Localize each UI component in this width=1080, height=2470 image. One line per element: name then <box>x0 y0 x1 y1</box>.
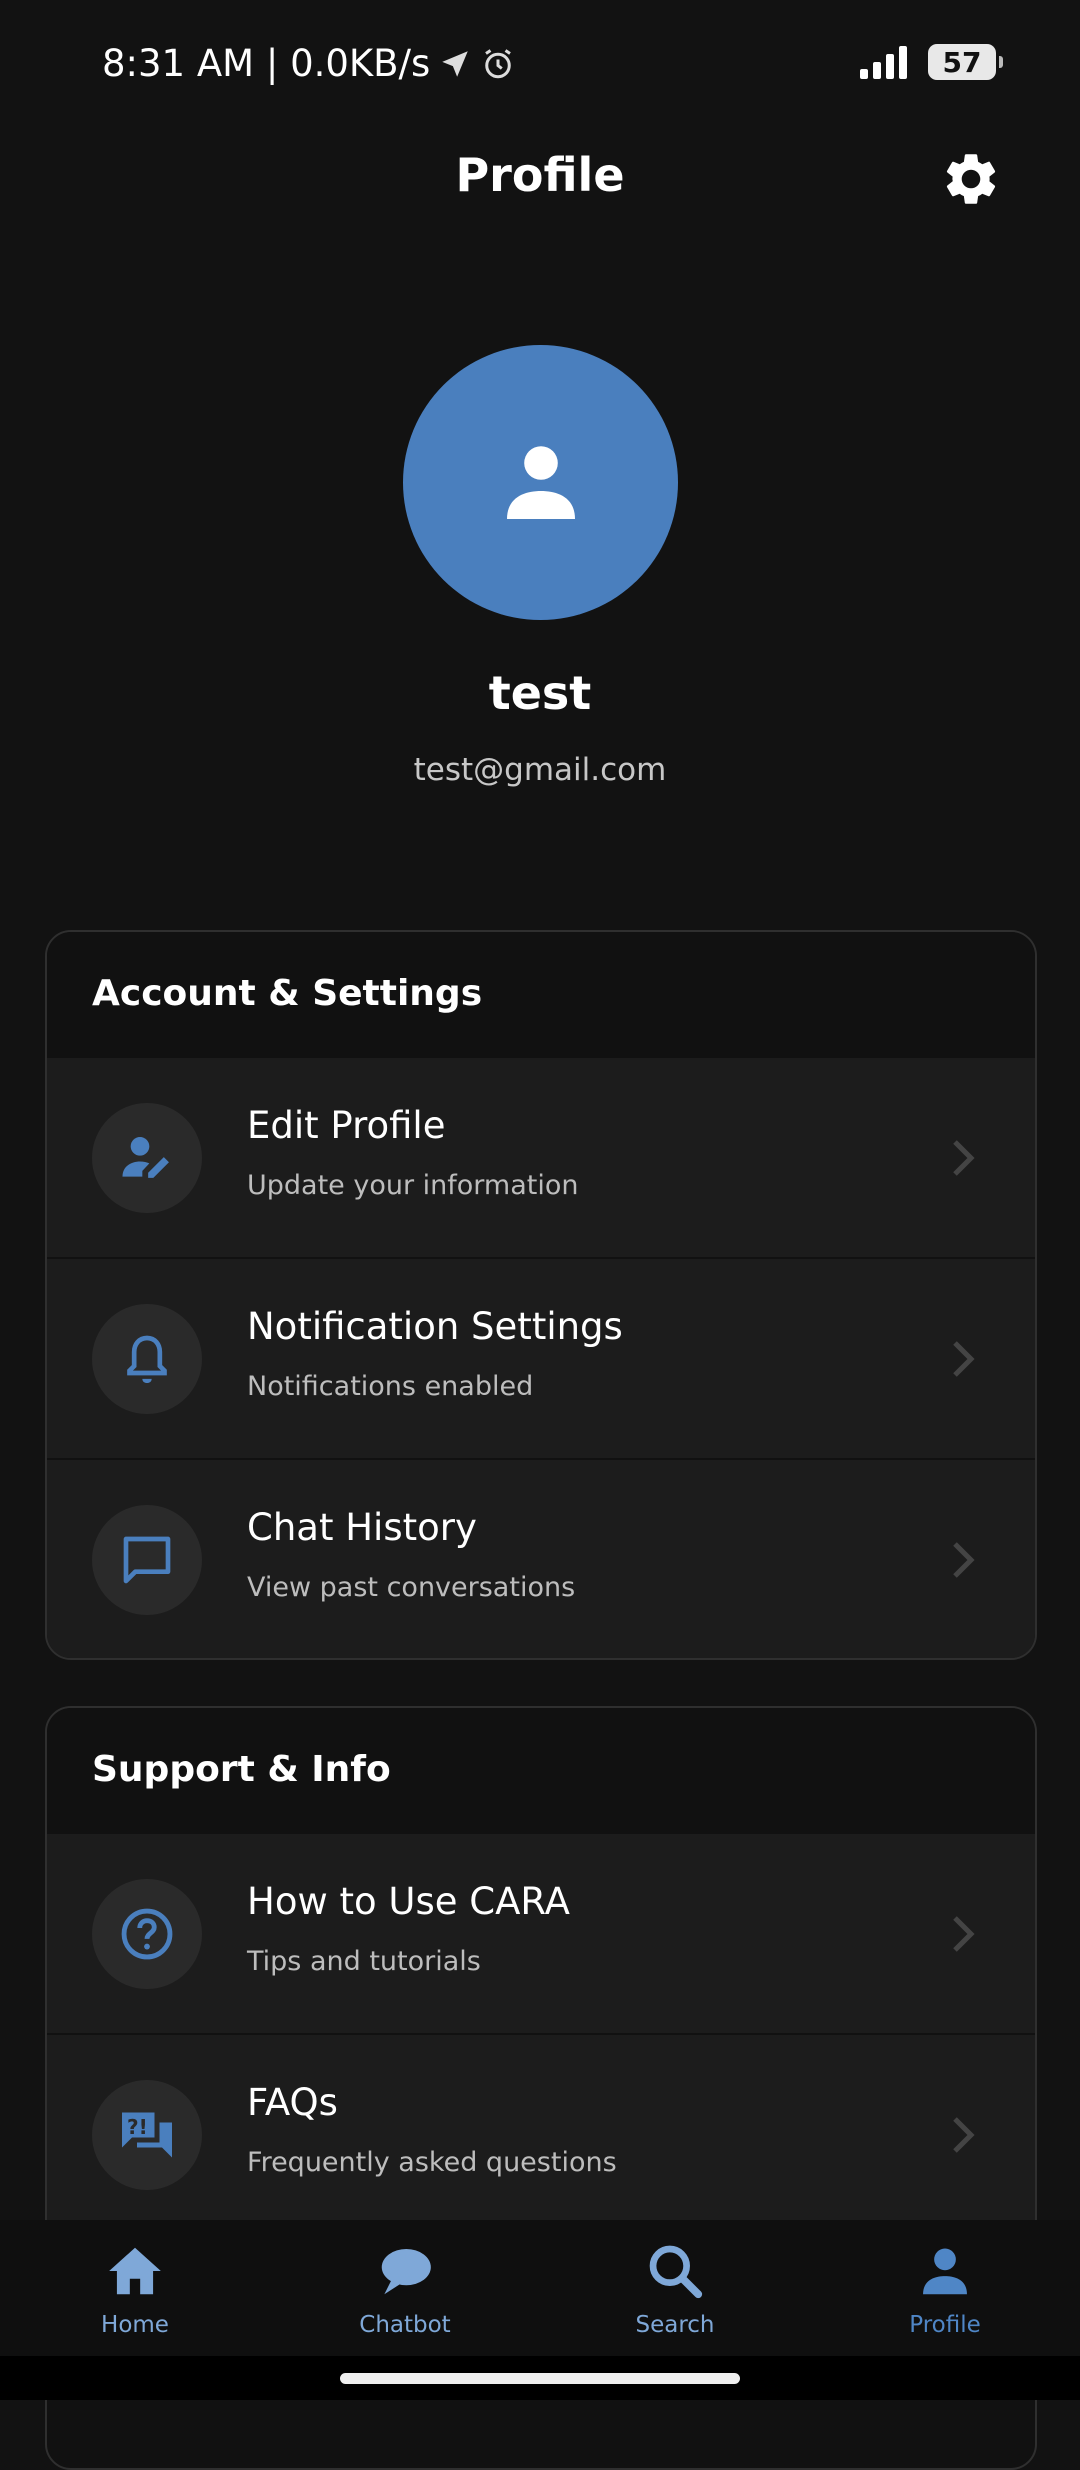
chat-history-label: Chat History <box>247 1506 477 1549</box>
edit-person-icon <box>122 1137 169 1178</box>
nav-profile-label: Profile <box>909 2312 981 2338</box>
chat-history-item[interactable]: Chat History View past conversations <box>47 1458 1035 1658</box>
nav-home[interactable]: Home <box>0 2220 270 2356</box>
how-to-use-label: How to Use CARA <box>247 1880 570 1923</box>
faqs-subtitle: Frequently asked questions <box>247 2147 617 2178</box>
notification-settings-subtitle: Notifications enabled <box>247 1371 534 1402</box>
home-icon <box>109 2247 161 2295</box>
bell-icon <box>127 1335 167 1384</box>
edit-profile-item[interactable]: Edit Profile Update your information <box>47 1056 1035 1257</box>
status-time: 8:31 AM | 0.0KB/s <box>102 42 431 85</box>
account-settings-card: Account & Settings Edit Profile Update y… <box>45 930 1037 1660</box>
battery-level: 57 <box>942 45 982 79</box>
location-arrow-icon <box>442 50 469 77</box>
settings-button[interactable] <box>940 148 1002 210</box>
chat-bubble-icon <box>123 1536 171 1584</box>
help-circle-icon <box>121 1908 173 1960</box>
user-name: test <box>488 666 592 720</box>
nav-profile[interactable]: Profile <box>810 2220 1080 2356</box>
user-email: test@gmail.com <box>413 752 667 788</box>
gear-icon <box>946 154 996 204</box>
chevron-right-icon <box>953 1140 975 1176</box>
alarm-icon <box>485 48 512 78</box>
chat-history-subtitle: View past conversations <box>247 1572 576 1603</box>
chevron-right-icon <box>953 1341 975 1377</box>
status-bar: 8:31 AM | 0.0KB/s 57 <box>0 0 1080 130</box>
search-icon <box>649 2245 703 2299</box>
signal-icon <box>860 46 907 79</box>
bottom-navigation: Home Chatbot Search Profile <box>0 2220 1080 2356</box>
home-indicator[interactable] <box>340 2373 740 2384</box>
how-to-use-subtitle: Tips and tutorials <box>247 1946 481 1977</box>
svg-text:?!: ?! <box>127 2115 148 2139</box>
faqs-item[interactable]: ?! FAQs Frequently asked questions <box>47 2033 1035 2234</box>
battery-icon: 57 <box>928 44 1003 80</box>
edit-profile-subtitle: Update your information <box>247 1170 579 1201</box>
nav-chatbot[interactable]: Chatbot <box>270 2220 540 2356</box>
chevron-right-icon <box>953 1916 975 1952</box>
nav-search-label: Search <box>635 2312 715 2338</box>
notification-settings-label: Notification Settings <box>247 1305 623 1348</box>
nav-search[interactable]: Search <box>540 2220 810 2356</box>
edit-profile-label: Edit Profile <box>247 1104 446 1147</box>
how-to-use-item[interactable]: How to Use CARA Tips and tutorials <box>47 1832 1035 2033</box>
section-title-account: Account & Settings <box>47 932 1035 1056</box>
page-title: Profile <box>455 148 625 202</box>
faqs-label: FAQs <box>247 2081 338 2124</box>
person-icon <box>923 2248 967 2295</box>
nav-chatbot-label: Chatbot <box>359 2312 451 2338</box>
chevron-right-icon <box>953 2117 975 2153</box>
chevron-right-icon <box>953 1542 975 1578</box>
notification-settings-item[interactable]: Notification Settings Notifications enab… <box>47 1257 1035 1458</box>
chat-icon <box>381 2249 431 2295</box>
nav-home-label: Home <box>101 2312 169 2338</box>
person-icon <box>506 445 575 519</box>
faq-icon: ?! <box>122 2112 172 2158</box>
avatar[interactable] <box>403 345 678 620</box>
section-title-support: Support & Info <box>47 1708 1035 1832</box>
